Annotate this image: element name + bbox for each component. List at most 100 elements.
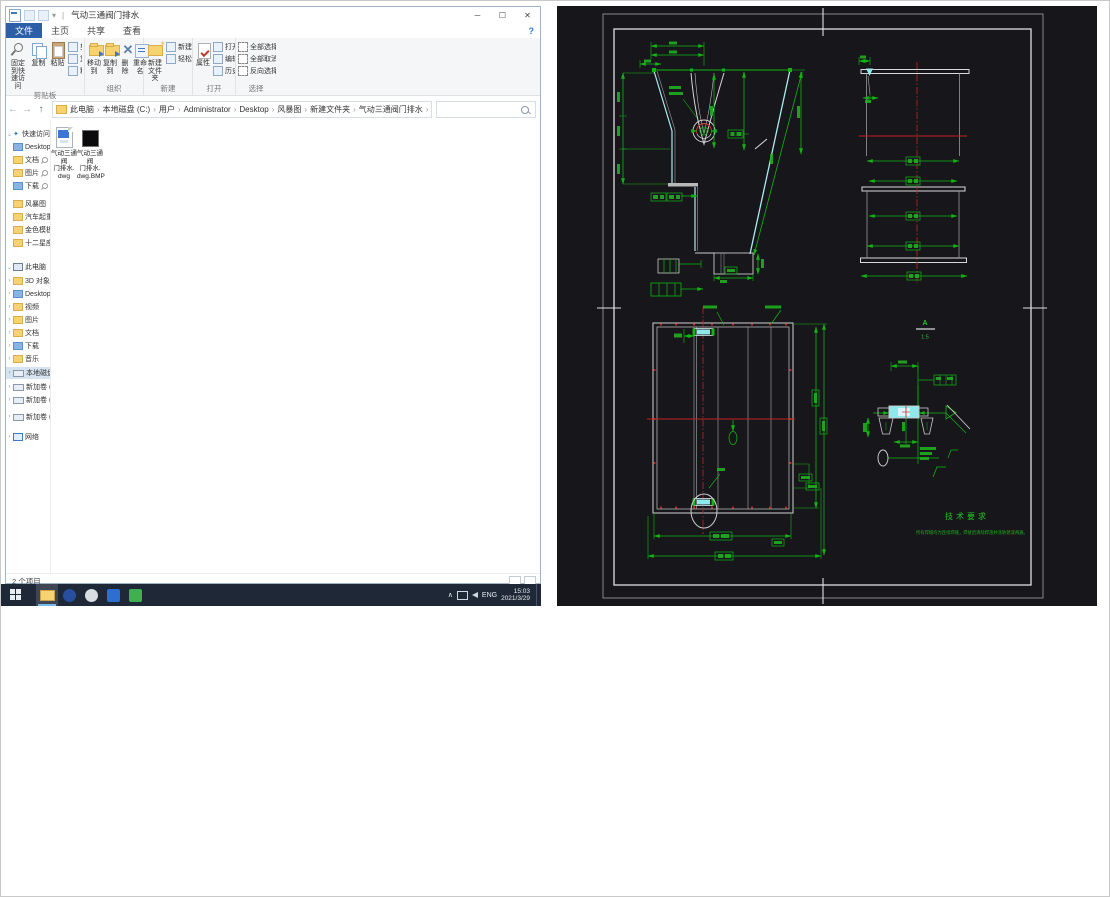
- paste-button[interactable]: 粘贴: [49, 40, 66, 90]
- cut-button[interactable]: 剪切: [68, 41, 82, 53]
- clock[interactable]: 15:03 2021/3/29: [501, 588, 530, 603]
- sidebar-item-network[interactable]: › 网络: [6, 431, 50, 443]
- tab-share[interactable]: 共享: [78, 23, 114, 38]
- select-all-button[interactable]: 全部选择: [238, 41, 276, 53]
- show-desktop-button[interactable]: [536, 584, 541, 606]
- close-button[interactable]: ✕: [515, 7, 540, 23]
- sidebar-item-pictures[interactable]: › 图片: [6, 314, 50, 326]
- sidebar-item-music[interactable]: › 音乐: [6, 353, 50, 365]
- downloads-icon: [13, 342, 23, 350]
- copy-to-icon: [105, 45, 120, 56]
- display-icon[interactable]: [457, 591, 468, 600]
- section-scale: 1:5: [921, 335, 929, 341]
- taskbar-app3[interactable]: [80, 584, 102, 606]
- taskbar-file-explorer[interactable]: [36, 584, 58, 606]
- sidebar-item-documents-qa[interactable]: 文档: [6, 154, 50, 166]
- sidebar-splitter[interactable]: [50, 120, 51, 573]
- tray-expand-icon[interactable]: ∧: [448, 591, 453, 599]
- folder-icon: [13, 200, 23, 208]
- sidebar-item-3d-objects[interactable]: › 3D 对象: [6, 275, 50, 287]
- sidebar-item-folder3[interactable]: 金色模板图: [6, 224, 50, 236]
- quick-access-toolbar-button2[interactable]: [38, 10, 49, 21]
- pin-to-quick-access-button[interactable]: 固定到快速访问: [8, 40, 28, 90]
- tab-file[interactable]: 文件: [6, 23, 42, 38]
- pictures-icon: [13, 316, 23, 324]
- file-bmp[interactable]: 气动三通阀 门排水. dwg.BMP: [77, 127, 103, 180]
- downloads-icon: [13, 182, 23, 190]
- sidebar-item-disk-c[interactable]: › 本地磁盘 (C:): [6, 367, 50, 379]
- crumb-administrator[interactable]: Administrator: [184, 105, 240, 114]
- easy-access-button[interactable]: 轻松访问▾: [166, 53, 192, 65]
- paste-shortcut-button[interactable]: 粘贴快捷方式: [68, 65, 82, 77]
- select-none-button[interactable]: 全部取消: [238, 53, 276, 65]
- select-none-icon: [238, 54, 248, 64]
- crumb-users[interactable]: 用户: [159, 104, 184, 115]
- file-dwg[interactable]: 气动三通阀 门排水. dwg: [51, 127, 77, 180]
- crumb-folder1[interactable]: 风暴图: [277, 104, 310, 115]
- search-input[interactable]: [436, 101, 536, 118]
- language-indicator[interactable]: ENG: [482, 592, 497, 599]
- new-folder-button[interactable]: 新建文件夹: [146, 40, 164, 83]
- sidebar-item-desktop-qa[interactable]: Desktop: [6, 141, 50, 153]
- start-button[interactable]: [10, 589, 22, 601]
- sidebar-item-quick-access[interactable]: ⌄✦ 快速访问: [6, 128, 50, 140]
- forward-button[interactable]: →: [20, 104, 34, 115]
- history-icon: [213, 66, 223, 76]
- tab-home[interactable]: 主页: [42, 23, 78, 38]
- taskbar-app5[interactable]: [124, 584, 146, 606]
- new-item-button[interactable]: 新建项目▾: [166, 41, 192, 53]
- sidebar-item-downloads-qa[interactable]: 下载: [6, 180, 50, 192]
- sidebar-item-videos[interactable]: › 视频: [6, 301, 50, 313]
- bmp-thumbnail: [82, 130, 99, 147]
- tab-view[interactable]: 查看: [114, 23, 150, 38]
- address-dropdown-icon[interactable]: ▾: [431, 105, 432, 114]
- paste-shortcut-icon: [68, 66, 78, 76]
- edit-button[interactable]: 编辑: [213, 53, 235, 65]
- help-icon[interactable]: ?: [529, 23, 535, 38]
- folder-icon: [56, 105, 67, 114]
- sidebar-item-downloads[interactable]: › 下载: [6, 340, 50, 352]
- sidebar-item-documents[interactable]: › 文档: [6, 327, 50, 339]
- crumb-disk-c[interactable]: 本地磁盘 (C:): [103, 104, 159, 115]
- explorer-icon: [40, 590, 55, 601]
- section-letter: A: [922, 320, 927, 327]
- sidebar-item-disk-f[interactable]: › 新加卷 (F:): [6, 411, 50, 423]
- sidebar-item-desktop[interactable]: › Desktop: [6, 288, 50, 300]
- ribbon-group-organize: 移动到 复制到 ✕ 删除 重命名 组织: [85, 38, 144, 95]
- sidebar-item-folder1[interactable]: 风暴图: [6, 198, 50, 210]
- sidebar-item-pictures-qa[interactable]: 图片: [6, 167, 50, 179]
- copy-button[interactable]: 复制: [30, 40, 47, 90]
- invert-selection-button[interactable]: 反向选择: [238, 65, 276, 77]
- breadcrumb[interactable]: 此电脑 本地磁盘 (C:) 用户 Administrator Desktop 风…: [52, 101, 432, 118]
- delete-button[interactable]: ✕ 删除: [119, 40, 131, 83]
- sidebar-item-disk-d[interactable]: › 新加卷 (D:): [6, 381, 50, 393]
- open-button[interactable]: 打开: [213, 41, 235, 53]
- properties-button[interactable]: 属性: [195, 40, 211, 83]
- minimize-button[interactable]: ─: [465, 7, 490, 23]
- up-button[interactable]: ↑: [34, 104, 48, 115]
- sidebar-item-disk-e[interactable]: › 新加卷 (E:): [6, 394, 50, 406]
- star-icon: ✦: [13, 131, 20, 138]
- crumb-current[interactable]: 气动三通阀门排水: [359, 104, 432, 115]
- sidebar-item-folder2[interactable]: 汽车起重机(全部): [6, 211, 50, 223]
- crumb-folder2[interactable]: 新建文件夹: [310, 104, 359, 115]
- taskbar-app4[interactable]: [102, 584, 124, 606]
- history-button[interactable]: 历史记录: [213, 65, 235, 77]
- taskbar-browser[interactable]: [58, 584, 80, 606]
- speaker-icon[interactable]: [472, 592, 478, 598]
- move-to-button[interactable]: 移动到: [87, 40, 101, 83]
- flange-bottom: [693, 499, 715, 506]
- ribbon-group-new: 新建文件夹 新建项目▾ 轻松访问▾ 新建: [144, 38, 193, 95]
- copy-to-button[interactable]: 复制到: [103, 40, 117, 83]
- sidebar-item-folder4[interactable]: 十二星座系列: [6, 237, 50, 249]
- cad-drawing: A 1:5 技术要求 所有焊缝均为连续焊缝，焊接后清除焊渣并涂防锈漆两遍。: [557, 6, 1097, 606]
- maximize-button[interactable]: ☐: [490, 7, 515, 23]
- quick-access-toolbar-button[interactable]: [24, 10, 35, 21]
- crumb-desktop[interactable]: Desktop: [239, 105, 277, 114]
- qat-dropdown-icon[interactable]: ▾: [52, 11, 56, 20]
- sidebar-item-this-pc[interactable]: ⌄ 此电脑: [6, 261, 50, 273]
- back-button[interactable]: ←: [6, 104, 20, 115]
- properties-icon: [198, 43, 211, 59]
- copy-path-button[interactable]: 复制路径: [68, 53, 82, 65]
- crumb-this-pc[interactable]: 此电脑: [70, 104, 103, 115]
